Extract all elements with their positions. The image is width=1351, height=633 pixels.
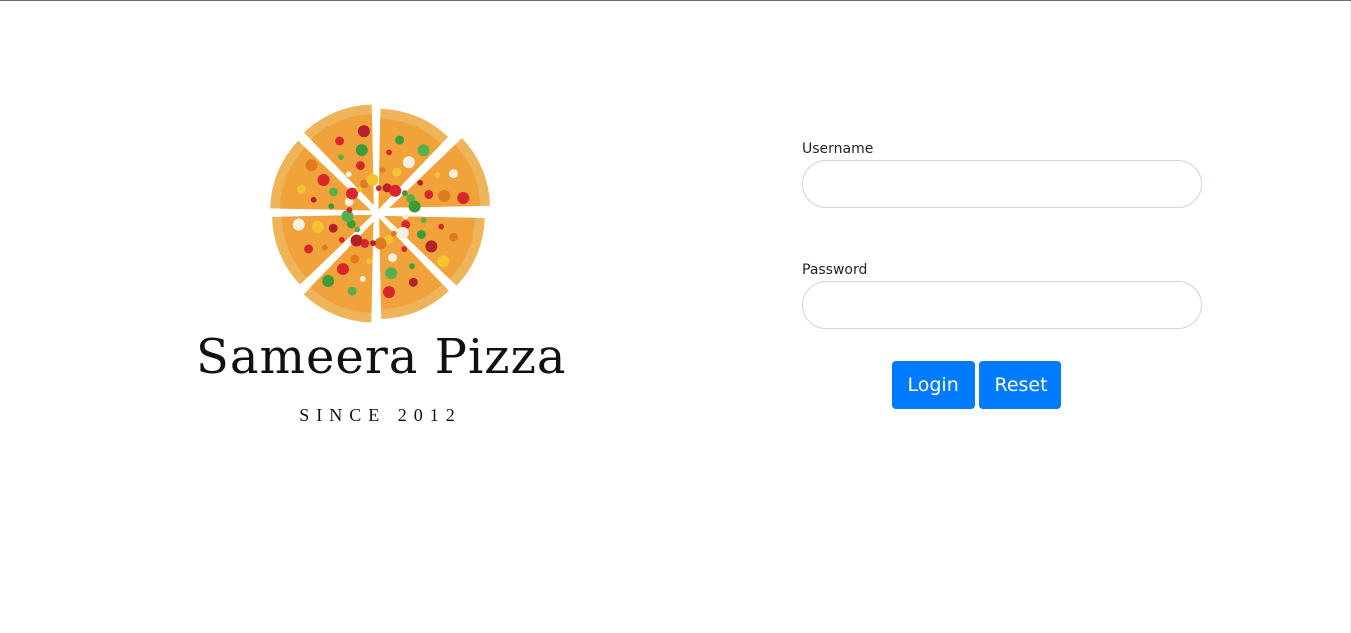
login-form: Username Password Login Reset (802, 139, 1202, 409)
password-input[interactable] (802, 281, 1202, 329)
password-label: Password (802, 262, 868, 278)
pizza-logo-icon (270, 104, 491, 323)
username-label: Username (802, 141, 874, 157)
brand-tagline: SINCE 2012 (299, 405, 462, 425)
username-input[interactable] (802, 160, 1202, 208)
password-group: Password (802, 260, 1202, 329)
brand-name: Sameera Pizza (196, 329, 567, 385)
reset-button[interactable]: Reset (978, 361, 1061, 409)
form-actions: Login Reset (802, 361, 1202, 409)
brand-logo: Sameera Pizza SINCE 2012 (196, 101, 567, 426)
username-group: Username (802, 139, 1202, 208)
login-page: Sameera Pizza SINCE 2012 Username Passwo… (0, 0, 1351, 633)
login-button[interactable]: Login (891, 361, 975, 409)
